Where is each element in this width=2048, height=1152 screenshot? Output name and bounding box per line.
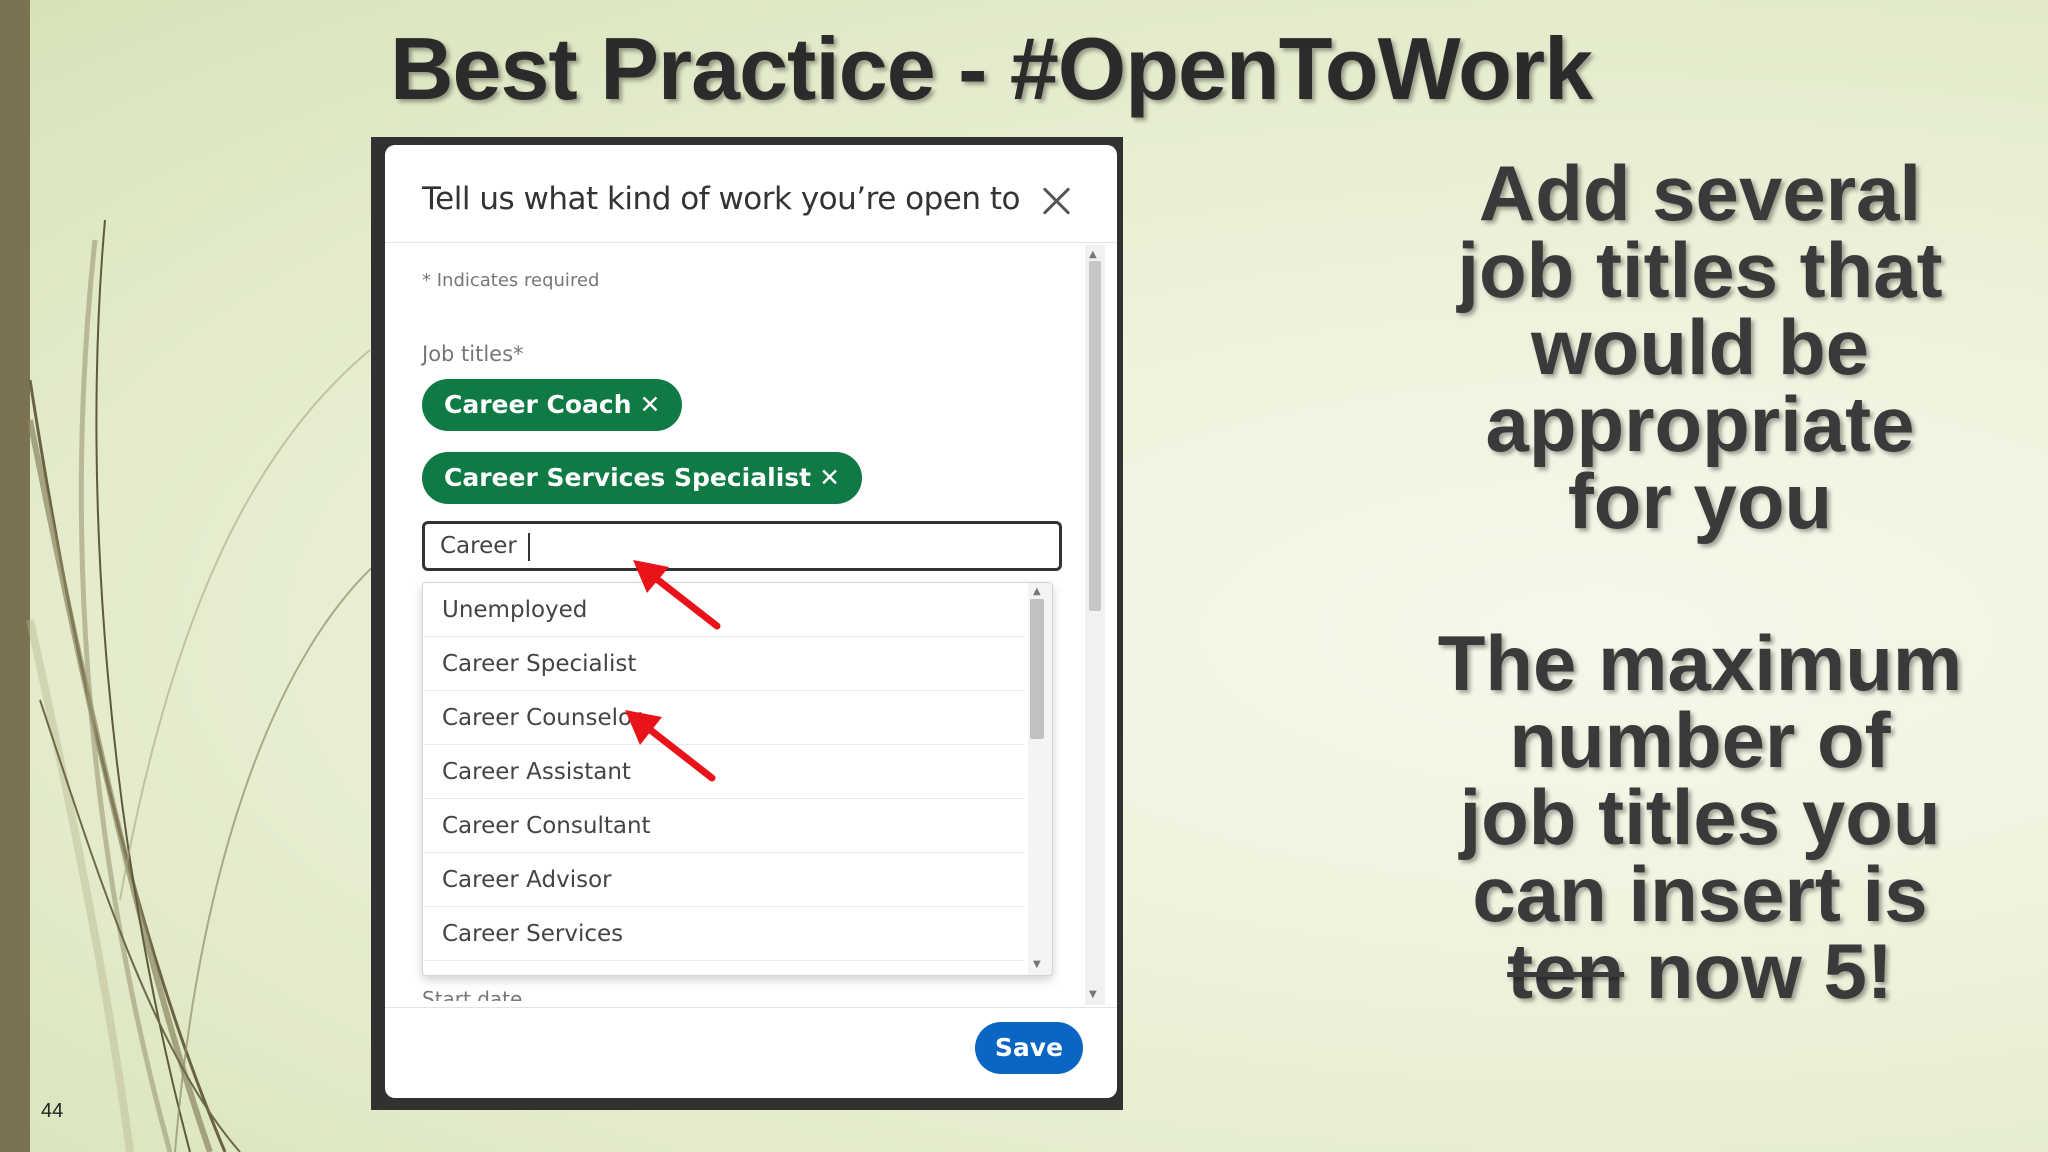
suggestion-item[interactable]: Career Consultant: [423, 799, 1025, 853]
side-text-end: now 5!: [1624, 927, 1893, 1015]
slide-title: Best Practice - #OpenToWork: [390, 19, 1593, 118]
scroll-down-icon[interactable]: ▼: [1089, 989, 1097, 1000]
scroll-up-icon[interactable]: ▲: [1033, 586, 1041, 597]
text-caret: [528, 532, 531, 561]
modal-title: Tell us what kind of work you’re open to: [422, 181, 1020, 217]
side-text-add-titles: Add several job titles that would be app…: [1380, 149, 2020, 545]
screenshot-frame: Tell us what kind of work you’re open to…: [371, 137, 1123, 1110]
chip-label: Career Coach: [444, 390, 632, 419]
side-text-line: job titles you: [1459, 773, 1941, 861]
start-date-label: Start date: [422, 987, 523, 1001]
side-text-line: job titles that: [1457, 226, 1943, 314]
scroll-up-icon[interactable]: ▲: [1089, 249, 1097, 260]
page-number: 44: [41, 1100, 64, 1122]
scroll-down-icon[interactable]: ▼: [1033, 959, 1041, 970]
modal-scroll-thumb[interactable]: [1089, 261, 1101, 611]
dropdown-scroll-thumb[interactable]: [1030, 599, 1044, 739]
side-text-line: for you: [1567, 457, 1833, 545]
side-text-maximum: The maximum number of job titles you can…: [1380, 619, 2020, 1010]
close-icon[interactable]: [1037, 181, 1077, 221]
footer-divider: [385, 1007, 1117, 1008]
red-arrow-icon: [625, 710, 716, 782]
chip-label: Career Services Specialist: [444, 463, 812, 492]
red-arrow-icon: [633, 560, 721, 630]
suggestions-dropdown: Unemployed Career Specialist Career Coun…: [422, 582, 1053, 976]
open-to-work-modal: Tell us what kind of work you’re open to…: [385, 145, 1117, 1098]
suggestion-item[interactable]: Career Specialist: [423, 637, 1025, 691]
side-text-line: number of: [1509, 696, 1891, 784]
job-titles-label: Job titles*: [422, 342, 524, 366]
x-icon[interactable]: ✕: [819, 463, 840, 492]
job-title-input-value: Career: [440, 533, 525, 559]
modal-header: Tell us what kind of work you’re open to: [385, 145, 1117, 243]
side-text-last-line: ten now 5!: [1380, 932, 2020, 1010]
suggestion-item[interactable]: Career Services: [423, 907, 1025, 961]
side-text-line: would be: [1531, 303, 1869, 391]
job-title-chip[interactable]: Career Services Specialist ✕: [422, 452, 863, 504]
suggestion-item[interactable]: Career Advisor: [423, 853, 1025, 907]
job-title-input[interactable]: Career: [422, 521, 1062, 571]
side-text-line: The maximum: [1437, 619, 1963, 707]
decorative-grass-lines: [26, 219, 381, 1152]
x-icon[interactable]: ✕: [640, 390, 661, 419]
side-text-line: appropriate: [1485, 380, 1915, 468]
required-note: * Indicates required: [422, 270, 600, 291]
job-title-chip[interactable]: Career Coach ✕: [422, 379, 683, 431]
side-text-line: can insert is: [1472, 850, 1928, 938]
side-text-line: Add several: [1478, 149, 1922, 237]
struck-text: ten: [1507, 927, 1625, 1015]
save-button[interactable]: Save: [975, 1022, 1083, 1074]
